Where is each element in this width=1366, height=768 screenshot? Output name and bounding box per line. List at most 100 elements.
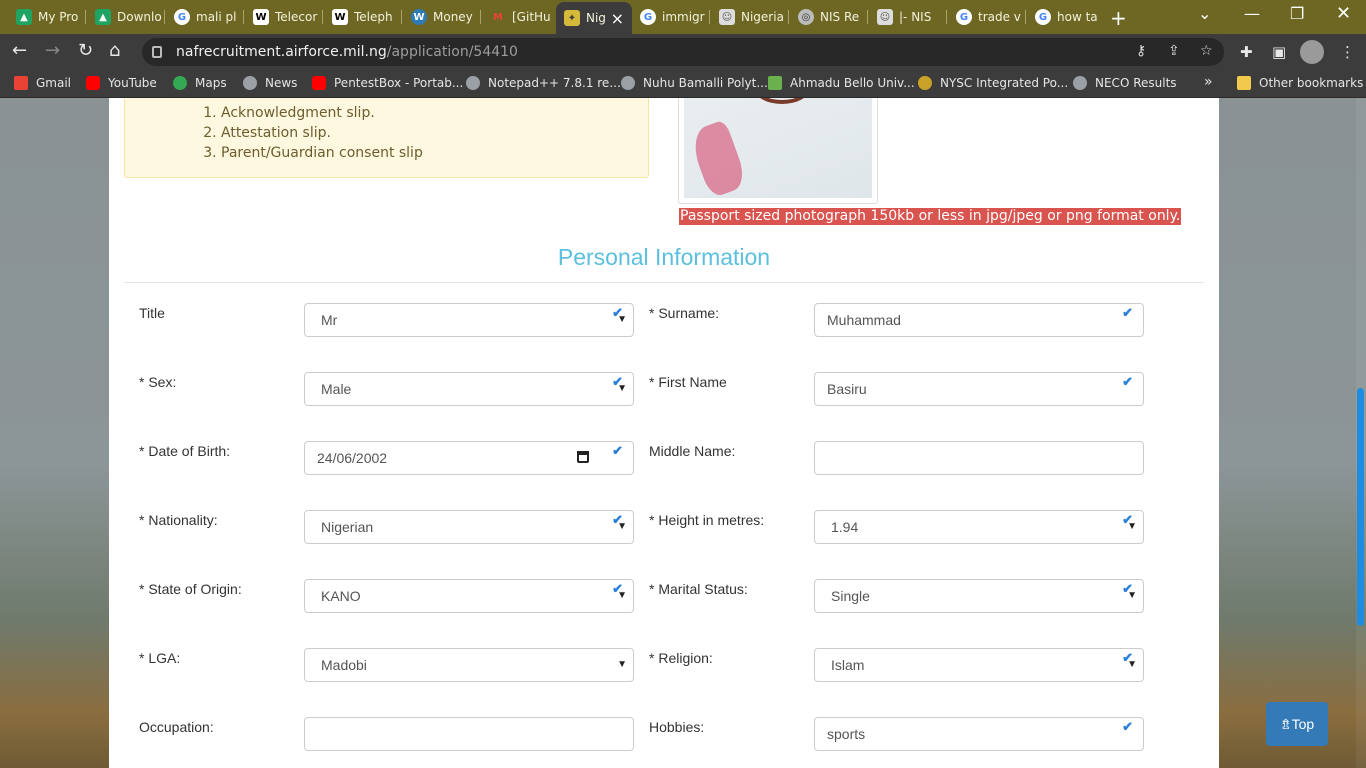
chevron-down-icon: ▼	[617, 590, 627, 601]
bookmark-nuhu-bamalli[interactable]: Nuhu Bamalli Polyt...	[621, 76, 768, 90]
tab-divider	[322, 10, 323, 24]
title-select[interactable]: Mr ✔ ▼	[304, 303, 634, 337]
dob-date-input[interactable]: 24/06/2002 ✔	[304, 441, 634, 475]
occupation-input[interactable]	[304, 717, 634, 751]
hobbies-input[interactable]: sports ✔	[814, 717, 1144, 751]
bookmark-neco[interactable]: NECO Results	[1073, 76, 1177, 90]
airforce-icon: ✦	[564, 10, 580, 26]
tab-divider	[709, 10, 710, 24]
hobbies-label: Hobbies:	[649, 719, 705, 735]
back-to-top-button[interactable]: ⇯Top	[1266, 702, 1328, 746]
drive-icon: ▲	[16, 9, 32, 25]
new-tab-icon[interactable]: +	[1110, 6, 1127, 30]
globe-icon	[466, 76, 480, 90]
globe-icon	[243, 76, 257, 90]
forward-icon[interactable]: →	[45, 40, 60, 61]
extensions-icon[interactable]: ✚	[1240, 43, 1253, 61]
photo-shirt-shape	[687, 119, 749, 198]
profile-avatar[interactable]	[1300, 40, 1324, 64]
tab-download[interactable]: ▲ Downlo	[87, 4, 165, 30]
religion-select[interactable]: Islam ✔ ▼	[814, 648, 1144, 682]
tab-search-chevron-icon[interactable]: ⌄	[1198, 4, 1211, 23]
tab-divider	[1025, 10, 1026, 24]
google-icon: G	[1035, 9, 1051, 25]
first-name-label: * First Name	[649, 374, 727, 390]
maps-pin-icon	[173, 76, 187, 90]
portrait-icon: ☺	[877, 9, 893, 25]
height-label: * Height in metres:	[649, 512, 765, 528]
documents-list: Acknowledgment slip. Attestation slip. P…	[221, 103, 423, 163]
calendar-icon[interactable]	[577, 451, 589, 463]
tab-my-pro[interactable]: ▲ My Pro	[8, 4, 86, 30]
back-icon[interactable]: ←	[12, 40, 27, 61]
surname-input[interactable]: Muhammad ✔	[814, 303, 1144, 337]
other-bookmarks[interactable]: Other bookmarks	[1237, 76, 1363, 90]
gmail-icon: M	[493, 11, 503, 23]
tab-nis-re[interactable]: ◎ NIS Re	[790, 4, 868, 30]
chevron-down-icon: ▼	[617, 314, 627, 325]
tab-money[interactable]: W Money	[403, 4, 481, 30]
nationality-select[interactable]: Nigerian ✔ ▼	[304, 510, 634, 544]
tab-mali[interactable]: Gmali pl	[166, 4, 244, 30]
bookmark-nysc[interactable]: NYSC Integrated Po...	[918, 76, 1068, 90]
passport-photo[interactable]	[678, 98, 878, 204]
gmail-icon	[14, 76, 28, 90]
tab-telephone[interactable]: W Teleph	[324, 4, 402, 30]
side-panel-icon[interactable]: ▣	[1272, 43, 1286, 61]
tab-divider	[164, 10, 165, 24]
bookmark-news[interactable]: News	[243, 76, 297, 90]
globe-icon	[1073, 76, 1087, 90]
bookmark-youtube[interactable]: YouTube	[86, 76, 157, 90]
tab-trade[interactable]: Gtrade v	[948, 4, 1026, 30]
valid-check-icon: ✔	[1122, 374, 1133, 389]
tab-divider	[401, 10, 402, 24]
close-tab-icon[interactable]: ×	[611, 9, 624, 28]
key-icon[interactable]: ⚷	[1136, 43, 1146, 59]
marital-status-select[interactable]: Single ✔ ▼	[814, 579, 1144, 613]
restore-icon[interactable]: ❐	[1290, 4, 1304, 23]
chevron-down-icon: ▼	[617, 521, 627, 532]
tab-immigration[interactable]: Gimmigr	[632, 4, 710, 30]
tab-nigerian-airforce-active[interactable]: ✦ Nig ×	[556, 2, 632, 34]
reload-icon[interactable]: ↻	[78, 40, 93, 61]
google-icon: G	[174, 9, 190, 25]
share-icon[interactable]: ⇪	[1168, 43, 1180, 59]
tab-divider	[480, 10, 481, 24]
bookmark-maps[interactable]: Maps	[173, 76, 227, 90]
portrait-icon: ☺	[719, 9, 735, 25]
height-select[interactable]: 1.94 ✔ ▼	[814, 510, 1144, 544]
youtube-icon	[312, 76, 326, 90]
tab-how-to[interactable]: Ghow ta	[1027, 4, 1105, 30]
bookmark-notepad[interactable]: Notepad++ 7.8.1 re...	[466, 76, 621, 90]
tab-github[interactable]: M [GitHu	[482, 4, 556, 30]
tab-telecom[interactable]: W Telecor	[245, 4, 323, 30]
surname-label: * Surname:	[649, 305, 720, 321]
lga-select[interactable]: Madobi ▼	[304, 648, 634, 682]
chevron-down-icon: ▼	[1127, 590, 1137, 601]
bookmarks-overflow-icon[interactable]: »	[1204, 74, 1213, 90]
chevron-down-icon: ▼	[617, 659, 627, 670]
scrollbar-thumb[interactable]	[1357, 388, 1364, 626]
wikipedia-icon: W	[253, 9, 269, 25]
tab-divider	[867, 10, 868, 24]
close-window-icon[interactable]: ✕	[1336, 3, 1351, 24]
tab-nigeria[interactable]: ☺ Nigeria	[711, 4, 789, 30]
minimize-icon[interactable]: —	[1244, 4, 1260, 23]
tab-divider	[946, 10, 947, 24]
bookmark-star-icon[interactable]: ☆	[1200, 43, 1213, 59]
valid-check-icon: ✔	[1122, 719, 1133, 734]
address-bar[interactable]: nafrecruitment.airforce.mil.ng/applicati…	[142, 38, 1224, 66]
home-icon[interactable]: ⌂	[109, 40, 120, 61]
dob-label: * Date of Birth:	[139, 443, 231, 459]
state-of-origin-select[interactable]: KANO ✔ ▼	[304, 579, 634, 613]
menu-icon[interactable]: ⋮	[1340, 43, 1355, 61]
tab-nis[interactable]: ☺ |- NIS	[869, 4, 947, 30]
photo-face-shape	[754, 98, 810, 104]
bookmark-ahmadu-bello[interactable]: Ahmadu Bello Univ...	[768, 76, 915, 90]
bookmark-pentestbox[interactable]: PentestBox - Portab...	[312, 76, 463, 90]
bookmark-gmail[interactable]: Gmail	[14, 76, 71, 90]
middle-name-input[interactable]	[814, 441, 1144, 475]
sex-select[interactable]: Male ✔ ▼	[304, 372, 634, 406]
first-name-input[interactable]: Basiru ✔	[814, 372, 1144, 406]
section-divider	[124, 282, 1204, 283]
